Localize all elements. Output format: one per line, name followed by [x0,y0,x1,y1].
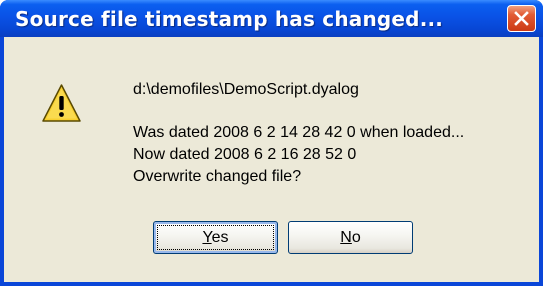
no-button[interactable]: No [288,221,413,254]
warning-icon [42,84,81,122]
question-text: Overwrite changed file? [133,168,302,185]
yes-button-label: Yes [202,228,229,246]
close-button[interactable] [507,5,536,32]
dialog-body: d:\demofiles\DemoScript.dyalog Was dated… [4,37,539,282]
file-path: d:\demofiles\DemoScript.dyalog [133,81,359,98]
dialog-title: Source file timestamp has changed... [15,7,444,31]
dialog-window: Source file timestamp has changed... d:\… [0,0,543,286]
no-button-label: No [340,228,361,246]
close-icon [514,11,529,26]
yes-button[interactable]: Yes [153,221,278,254]
title-bar[interactable]: Source file timestamp has changed... [0,0,543,37]
now-dated-text: Now dated 2008 6 2 16 28 52 0 [133,146,357,163]
was-dated-text: Was dated 2008 6 2 14 28 42 0 when loade… [133,124,465,141]
